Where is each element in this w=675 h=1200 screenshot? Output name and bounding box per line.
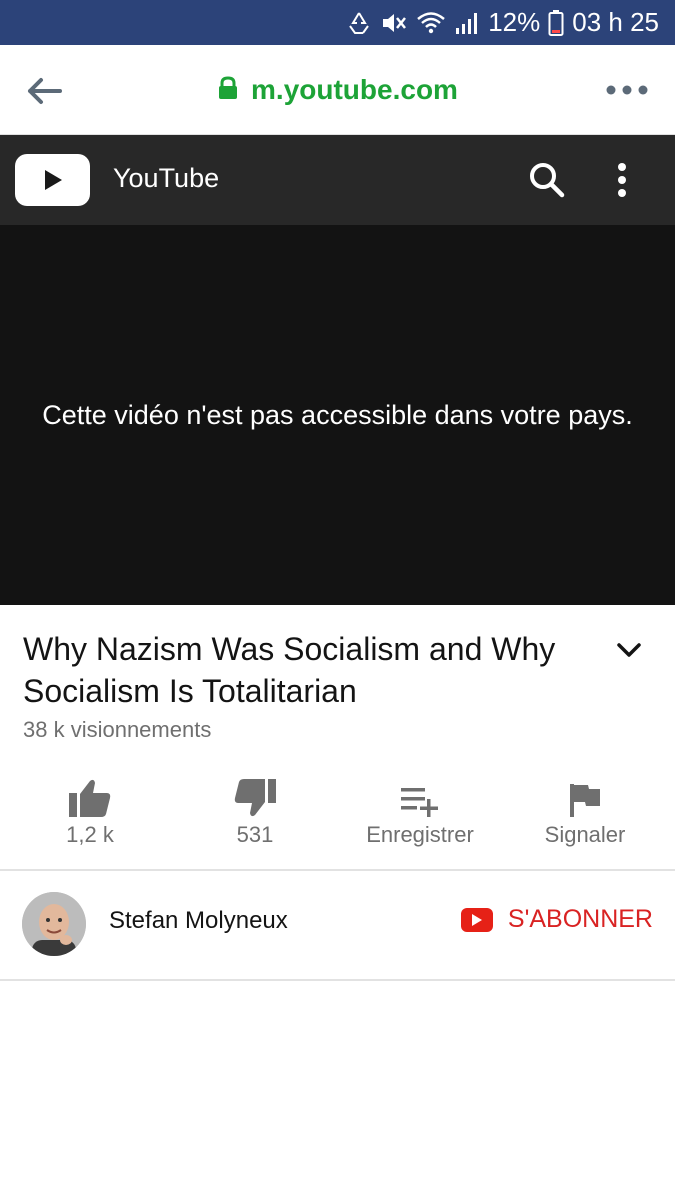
subscribe-label: S'ABONNER — [507, 905, 653, 933]
flag-icon — [505, 760, 665, 818]
report-button[interactable]: Signaler — [505, 760, 665, 870]
like-button[interactable]: 1,2 k — [10, 760, 170, 870]
video-title: Why Nazism Was Socialism and Why Sociali… — [23, 631, 556, 709]
wifi-icon — [416, 8, 446, 38]
kebab-menu-icon[interactable] — [612, 161, 632, 204]
like-count: 1,2 k — [66, 822, 114, 847]
youtube-header: YouTube — [0, 135, 675, 225]
playlist-add-icon — [340, 760, 500, 818]
divider — [0, 979, 675, 981]
report-label: Signaler — [544, 822, 626, 847]
action-bar: 1,2 k 531 Enregistrer Signaler — [0, 760, 675, 870]
dislike-button[interactable]: 531 — [175, 760, 335, 870]
video-player[interactable]: Cette vidéo n'est pas accessible dans vo… — [0, 225, 675, 605]
subscribe-button[interactable]: S'ABONNER — [460, 905, 653, 934]
save-label: Enregistrer — [366, 822, 474, 847]
clock: 03 h 25 — [572, 7, 659, 37]
status-bar: 12% 03 h 25 — [0, 0, 675, 45]
battery-icon — [548, 8, 564, 38]
thumbs-down-icon — [175, 760, 335, 818]
channel-name[interactable]: Stefan Molyneux — [109, 907, 288, 935]
url-text: m.youtube.com — [251, 74, 458, 105]
lock-icon — [217, 75, 239, 105]
recycle-icon — [346, 8, 372, 38]
browser-bar: m.youtube.com — [0, 45, 675, 135]
battery-percent: 12% — [488, 7, 541, 37]
view-count: 38 k visionnements — [23, 717, 212, 742]
thumbs-up-icon — [10, 760, 170, 818]
chevron-down-icon[interactable] — [614, 636, 644, 664]
channel-row: Stefan Molyneux S'ABONNER — [0, 871, 675, 979]
youtube-logo-icon[interactable] — [15, 154, 90, 206]
search-icon[interactable] — [528, 161, 566, 204]
address-bar[interactable]: m.youtube.com — [0, 45, 675, 135]
signal-icon — [454, 8, 480, 38]
mute-icon — [380, 8, 408, 38]
dislike-count: 531 — [236, 822, 274, 847]
save-button[interactable]: Enregistrer — [340, 760, 500, 870]
app-title: YouTube — [113, 163, 220, 193]
unavailable-message: Cette vidéo n'est pas accessible dans vo… — [42, 400, 633, 430]
avatar[interactable] — [22, 892, 86, 956]
more-dots-icon[interactable] — [605, 83, 649, 97]
youtube-play-icon — [460, 907, 493, 932]
